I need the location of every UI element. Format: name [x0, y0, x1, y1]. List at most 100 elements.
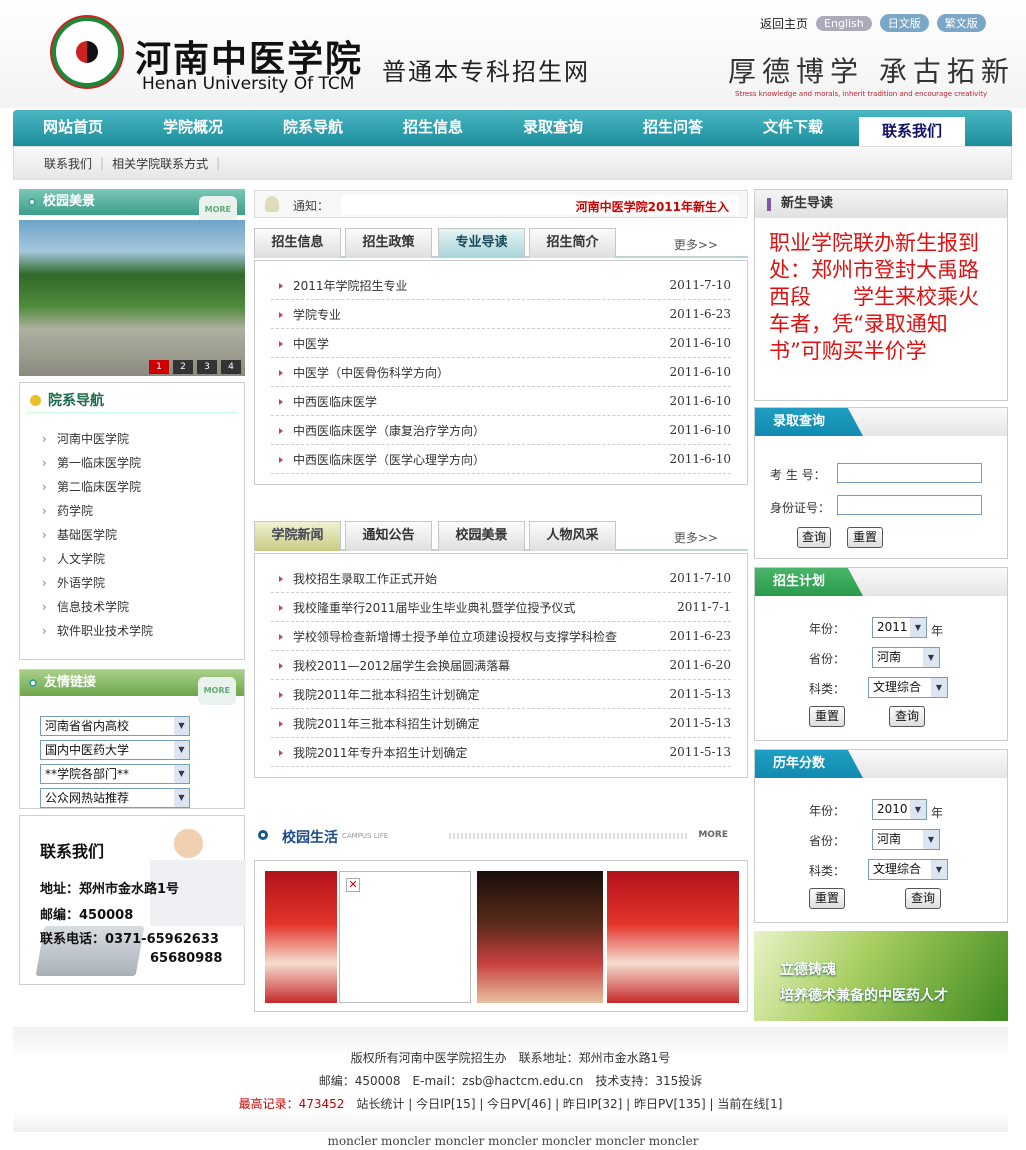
list-item-title[interactable]: 中西医临床医学 — [293, 393, 377, 410]
tab-announcements[interactable]: 通知公告 — [345, 521, 432, 551]
logo-seal-icon[interactable] — [52, 17, 122, 87]
tab-people[interactable]: 人物风采 — [529, 521, 616, 551]
pager-4[interactable]: 4 — [221, 360, 241, 374]
list-item[interactable]: 学院专业 2011-6-23 — [271, 300, 731, 329]
nav-overview[interactable]: 学院概况 — [133, 110, 253, 146]
query-button[interactable]: 查询 — [797, 527, 831, 548]
morality-banner[interactable]: 立德铸魂 培养德术兼备的中医药人才 — [754, 931, 1008, 1021]
dept-item[interactable]: 河南中医学院 — [42, 427, 244, 451]
list-item-title[interactable]: 2011年学院招生专业 — [293, 277, 408, 294]
query-button[interactable]: 查询 — [889, 706, 925, 727]
reset-button[interactable]: 重置 — [809, 888, 845, 909]
list-item-title[interactable]: 中西医临床医学（医学心理学方向） — [293, 451, 485, 468]
reset-button[interactable]: 重置 — [809, 706, 845, 727]
tab-admission-brief[interactable]: 招生简介 — [529, 228, 616, 258]
english-link[interactable]: English — [816, 15, 872, 31]
campus-life-photo[interactable] — [477, 871, 603, 1003]
friend-links: 友情链接 MORE 河南省省内高校 国内中医药大学 **学院各部门** 公众网热站… — [19, 669, 245, 809]
dept-item[interactable]: 软件职业技术学院 — [42, 619, 244, 643]
tab-campus-scenery[interactable]: 校园美景 — [438, 521, 525, 551]
id-input[interactable] — [837, 495, 982, 515]
broken-image-icon[interactable]: ✕ — [339, 871, 471, 1003]
list-item[interactable]: 我院2011年专升本招生计划确定 2011-5-13 — [271, 738, 731, 767]
freshman-guide-text[interactable]: 职业学院联办新生报到处：郑州市登封大禹路西段 学生来校乘火车者，凭“录取通知书”… — [769, 230, 999, 398]
notice-marquee[interactable]: 河南中医学院2011年新生入 — [341, 195, 739, 215]
list-item-title[interactable]: 我院2011年二批本科招生计划确定 — [293, 686, 480, 703]
nav-downloads[interactable]: 文件下载 — [733, 110, 853, 146]
list-item[interactable]: 我院2011年三批本科招生计划确定 2011-5-13 — [271, 709, 731, 738]
list-item[interactable]: 中医学（中医骨伤科学方向） 2011-6-10 — [271, 358, 731, 387]
list-item[interactable]: 我校2011—2012届学生会换届圆满落幕 2011-6-20 — [271, 651, 731, 680]
exam-no-input[interactable] — [837, 463, 982, 483]
subnav-contact[interactable]: 联系我们 — [44, 155, 92, 172]
more-link[interactable]: 更多>> — [674, 236, 718, 253]
list-item-title[interactable]: 中西医临床医学（康复治疗学方向） — [293, 422, 485, 439]
campus-life-photo[interactable] — [607, 871, 739, 1003]
home-link[interactable]: 返回主页 — [760, 15, 808, 32]
province-select[interactable]: 河南 — [872, 647, 940, 668]
list-item[interactable]: 我校招生录取工作正式开始 2011-7-10 — [271, 564, 731, 593]
pager-2[interactable]: 2 — [173, 360, 193, 374]
friend-more-button[interactable]: MORE — [197, 677, 236, 705]
friend-select-tcm[interactable]: 国内中医药大学 — [40, 740, 190, 760]
notice-text[interactable]: 河南中医学院2011年新生入 — [576, 198, 729, 215]
traditional-link[interactable]: 繁文版 — [936, 14, 986, 32]
list-item[interactable]: 中医学 2011-6-10 — [271, 329, 731, 358]
nav-home[interactable]: 网站首页 — [13, 110, 133, 146]
campus-title: 校园美景 — [43, 194, 96, 209]
dept-item[interactable]: 人文学院 — [42, 547, 244, 571]
friend-select-departments[interactable]: **学院各部门** — [40, 764, 190, 784]
dept-item[interactable]: 药学院 — [42, 499, 244, 523]
year-select[interactable]: 2010 — [872, 799, 927, 820]
list-item[interactable]: 我院2011年二批本科招生计划确定 2011-5-13 — [271, 680, 731, 709]
dept-item[interactable]: 基础医学院 — [42, 523, 244, 547]
tab-college-news[interactable]: 学院新闻 — [254, 521, 341, 551]
list-item-title[interactable]: 学校领导检查新增博士授予单位立项建设授权与支撑学科检查 — [293, 628, 617, 645]
subject-select[interactable]: 文理综合 — [868, 859, 948, 880]
nav-admission-query[interactable]: 录取查询 — [493, 110, 613, 146]
tab-admission-policy[interactable]: 招生政策 — [345, 228, 432, 258]
nav-admission-info[interactable]: 招生信息 — [373, 110, 493, 146]
list-item-title[interactable]: 中医学（中医骨伤科学方向） — [293, 364, 449, 381]
list-item[interactable]: 我校隆重举行2011届毕业生毕业典礼暨学位授予仪式 2011-7-1 — [271, 593, 731, 622]
department-nav: 院系导航 河南中医学院 第一临床医学院 第二临床医学院 药学院 基础医学院 人文… — [19, 382, 245, 660]
reset-button[interactable]: 重置 — [847, 527, 883, 548]
nav-faq[interactable]: 招生问答 — [613, 110, 733, 146]
stats-text[interactable]: 站长统计 | 今日IP[15] | 今日PV[46] | 昨日IP[32] | … — [344, 1097, 782, 1111]
nav-departments[interactable]: 院系导航 — [253, 110, 373, 146]
query-button[interactable]: 查询 — [905, 888, 941, 909]
dept-item[interactable]: 第一临床医学院 — [42, 451, 244, 475]
dept-item[interactable]: 外语学院 — [42, 571, 244, 595]
list-item-title[interactable]: 我院2011年三批本科招生计划确定 — [293, 715, 480, 732]
dept-item[interactable]: 第二临床医学院 — [42, 475, 244, 499]
list-item[interactable]: 2011年学院招生专业 2011-7-10 — [271, 271, 731, 300]
friend-select-province[interactable]: 河南省省内高校 — [40, 716, 190, 736]
japanese-link[interactable]: 日文版 — [879, 14, 929, 32]
subject-select[interactable]: 文理综合 — [868, 677, 948, 698]
list-item[interactable]: 中西医临床医学 2011-6-10 — [271, 387, 731, 416]
list-item-title[interactable]: 我院2011年专升本招生计划确定 — [293, 744, 468, 761]
nav-contact[interactable]: 联系我们 — [859, 117, 965, 146]
list-item-title[interactable]: 我校招生录取工作正式开始 — [293, 570, 437, 587]
friend-select-public[interactable]: 公众网热站推荐 — [40, 788, 190, 808]
list-item-title[interactable]: 中医学 — [293, 335, 329, 352]
sub-nav: 联系我们 | 相关学院联系方式 | — [13, 146, 1012, 180]
dept-item[interactable]: 信息技术学院 — [42, 595, 244, 619]
list-item[interactable]: 中西医临床医学（医学心理学方向） 2011-6-10 — [271, 445, 731, 474]
campus-life-more-button[interactable]: MORE — [698, 830, 728, 840]
pager-1[interactable]: 1 — [149, 360, 169, 374]
campus-life-photo[interactable] — [265, 871, 337, 1003]
tab-major-guide[interactable]: 专业导读 — [438, 228, 525, 258]
tab-admission-info[interactable]: 招生信息 — [254, 228, 341, 258]
pager-3[interactable]: 3 — [197, 360, 217, 374]
list-item-title[interactable]: 我校隆重举行2011届毕业生毕业典礼暨学位授予仪式 — [293, 599, 576, 616]
province-select[interactable]: 河南 — [872, 829, 940, 850]
list-item[interactable]: 学校领导检查新增博士授予单位立项建设授权与支撑学科检查 2011-6-23 — [271, 622, 731, 651]
list-item-title[interactable]: 学院专业 — [293, 306, 341, 323]
campus-photo[interactable]: 1 2 3 4 — [19, 220, 245, 376]
more-link[interactable]: 更多>> — [674, 529, 718, 546]
year-select[interactable]: 2011 — [872, 617, 927, 638]
list-item[interactable]: 中西医临床医学（康复治疗学方向） 2011-6-10 — [271, 416, 731, 445]
subnav-related[interactable]: 相关学院联系方式 — [112, 155, 208, 172]
list-item-title[interactable]: 我校2011—2012届学生会换届圆满落幕 — [293, 657, 510, 674]
